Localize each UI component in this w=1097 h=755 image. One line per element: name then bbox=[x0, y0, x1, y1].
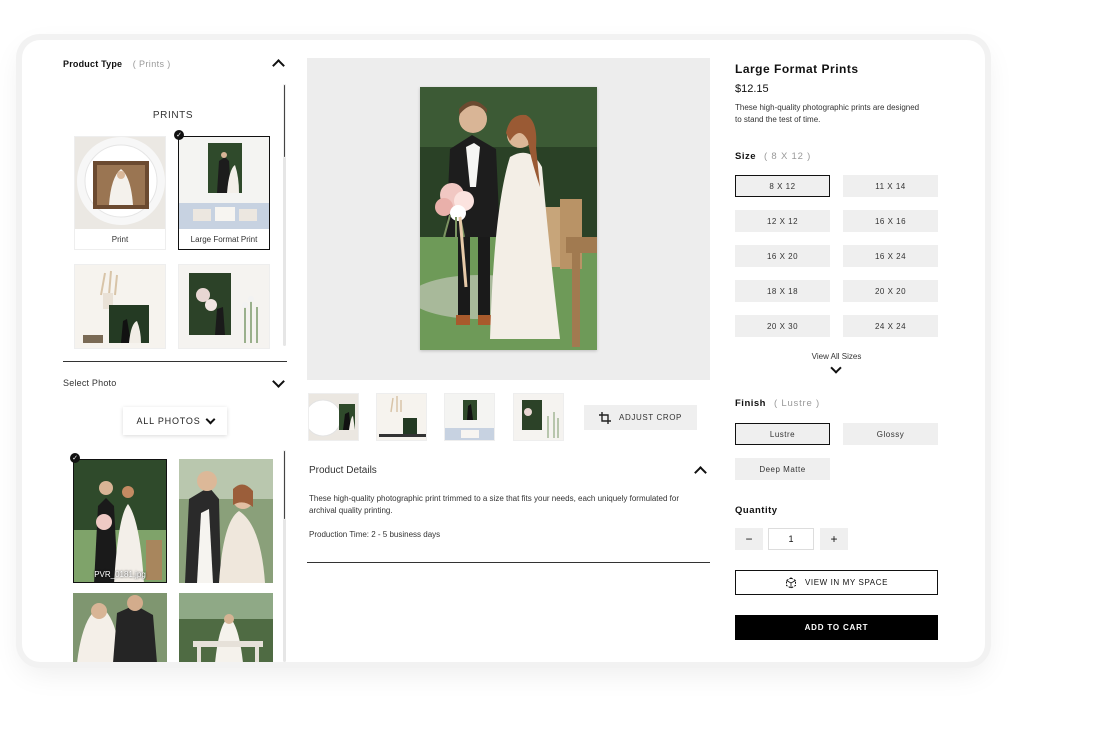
framed-preview-image bbox=[179, 265, 269, 348]
check-icon: ✓ bbox=[174, 130, 184, 140]
product-preview bbox=[307, 58, 710, 380]
right-panel: Large Format Prints $12.15 These high-qu… bbox=[735, 40, 945, 662]
view-in-my-space-label: VIEW IN MY SPACE bbox=[804, 578, 889, 587]
preview-thumbnail[interactable] bbox=[444, 393, 495, 441]
prints-group-label: PRINTS bbox=[152, 110, 194, 121]
adjust-crop-button[interactable]: ADJUST CROP bbox=[584, 405, 697, 430]
ar-cube-icon bbox=[785, 576, 796, 589]
photo-tile[interactable]: PVR_0181.jpg bbox=[73, 459, 167, 583]
preview-thumbnail[interactable] bbox=[308, 393, 359, 441]
product-tile-framed[interactable] bbox=[178, 264, 270, 349]
finish-label: Finish ( Lustre ) bbox=[735, 398, 820, 409]
size-option-20x20[interactable]: 20 X 20 bbox=[843, 280, 938, 302]
product-tile-large-format-print[interactable]: Large Format Print bbox=[178, 136, 270, 250]
chevron-up-icon[interactable] bbox=[694, 466, 707, 479]
left-panel: Product Type ( Prints ) PRINTS Print Lar… bbox=[63, 40, 287, 662]
product-title: Large Format Prints bbox=[735, 62, 859, 76]
product-tile-print[interactable]: Print bbox=[74, 136, 166, 250]
size-option-12x12[interactable]: 12 X 12 bbox=[735, 210, 830, 232]
adjust-crop-label: ADJUST CROP bbox=[619, 413, 682, 422]
product-type-scrollbar[interactable] bbox=[283, 84, 286, 346]
size-option-16x24[interactable]: 16 X 24 bbox=[843, 245, 938, 267]
photo-filename: PVR_0181.jpg bbox=[94, 570, 146, 579]
crop-icon bbox=[599, 411, 612, 424]
view-all-sizes-link[interactable]: View All Sizes bbox=[735, 352, 938, 361]
check-icon: ✓ bbox=[70, 453, 80, 463]
product-type-header[interactable]: Product Type ( Prints ) bbox=[63, 53, 287, 73]
product-tile-canvas[interactable] bbox=[74, 264, 166, 349]
size-option-11x14[interactable]: 11 X 14 bbox=[843, 175, 938, 197]
size-selected: ( 8 X 12 ) bbox=[764, 151, 812, 162]
add-to-cart-button[interactable]: ADD TO CART bbox=[735, 615, 938, 640]
photo-tile[interactable] bbox=[179, 593, 273, 662]
finish-option-glossy[interactable]: Glossy bbox=[843, 423, 938, 445]
size-option-16x16[interactable]: 16 X 16 bbox=[843, 210, 938, 232]
chevron-up-icon[interactable] bbox=[272, 59, 285, 72]
product-details-header[interactable]: Product Details bbox=[309, 460, 709, 480]
preview-thumbnail[interactable] bbox=[513, 393, 564, 441]
print-preview-image bbox=[75, 137, 165, 229]
section-divider bbox=[307, 562, 710, 563]
quantity-input[interactable]: 1 bbox=[768, 528, 814, 550]
product-tile-label: Print bbox=[111, 234, 129, 244]
main-preview-photo bbox=[420, 87, 597, 350]
center-panel: ADJUST CROP Product Details These high-q… bbox=[307, 40, 710, 662]
all-photos-label: ALL PHOTOS bbox=[136, 416, 201, 426]
finish-option-lustre[interactable]: Lustre bbox=[735, 423, 830, 445]
scrollbar-thumb[interactable] bbox=[283, 450, 286, 520]
quantity-decrease-button[interactable]: − bbox=[735, 528, 763, 550]
photos-scrollbar[interactable] bbox=[283, 450, 286, 662]
size-title: Size bbox=[735, 151, 757, 162]
product-type-title: Product Type bbox=[63, 59, 123, 69]
size-option-24x24[interactable]: 24 X 24 bbox=[843, 315, 938, 337]
view-in-my-space-button[interactable]: VIEW IN MY SPACE bbox=[735, 570, 938, 595]
finish-selected: ( Lustre ) bbox=[773, 398, 820, 409]
size-option-8x12[interactable]: 8 X 12 bbox=[735, 175, 830, 197]
finish-title: Finish bbox=[735, 398, 766, 409]
product-configurator-card: Product Type ( Prints ) PRINTS Print Lar… bbox=[22, 40, 985, 662]
product-tile-label: Large Format Print bbox=[190, 234, 258, 244]
photo-tile[interactable] bbox=[73, 593, 167, 662]
product-type-selected: ( Prints ) bbox=[132, 59, 171, 69]
section-divider bbox=[63, 361, 287, 362]
all-photos-dropdown[interactable]: ALL PHOTOS bbox=[123, 407, 227, 435]
finish-option-deep-matte[interactable]: Deep Matte bbox=[735, 458, 830, 480]
size-option-18x18[interactable]: 18 X 18 bbox=[735, 280, 830, 302]
chevron-down-icon[interactable] bbox=[272, 375, 285, 388]
product-description: These high-quality photographic prints a… bbox=[735, 103, 920, 124]
size-option-16x20[interactable]: 16 X 20 bbox=[735, 245, 830, 267]
photo-tile[interactable] bbox=[179, 459, 273, 583]
preview-thumbnail[interactable] bbox=[376, 393, 427, 441]
size-option-20x30[interactable]: 20 X 30 bbox=[735, 315, 830, 337]
quantity-label: Quantity bbox=[735, 505, 778, 516]
chevron-down-icon[interactable] bbox=[830, 362, 842, 374]
large-format-preview-image bbox=[179, 137, 269, 229]
scrollbar-thumb[interactable] bbox=[283, 84, 286, 158]
product-details-body: These high-quality photographic print tr… bbox=[309, 494, 679, 515]
canvas-preview-image bbox=[75, 265, 165, 348]
quantity-increase-button[interactable]: + bbox=[820, 528, 848, 550]
production-time: Production Time: 2 - 5 business days bbox=[309, 530, 441, 539]
select-photo-title: Select Photo bbox=[63, 378, 117, 388]
product-price: $12.15 bbox=[735, 83, 769, 95]
product-details-title: Product Details bbox=[309, 464, 377, 476]
product-type-heading: Product Type ( Prints ) bbox=[63, 54, 171, 72]
size-label: Size ( 8 X 12 ) bbox=[735, 151, 811, 162]
select-photo-header[interactable]: Select Photo bbox=[63, 373, 287, 393]
chevron-down-icon bbox=[205, 414, 215, 424]
